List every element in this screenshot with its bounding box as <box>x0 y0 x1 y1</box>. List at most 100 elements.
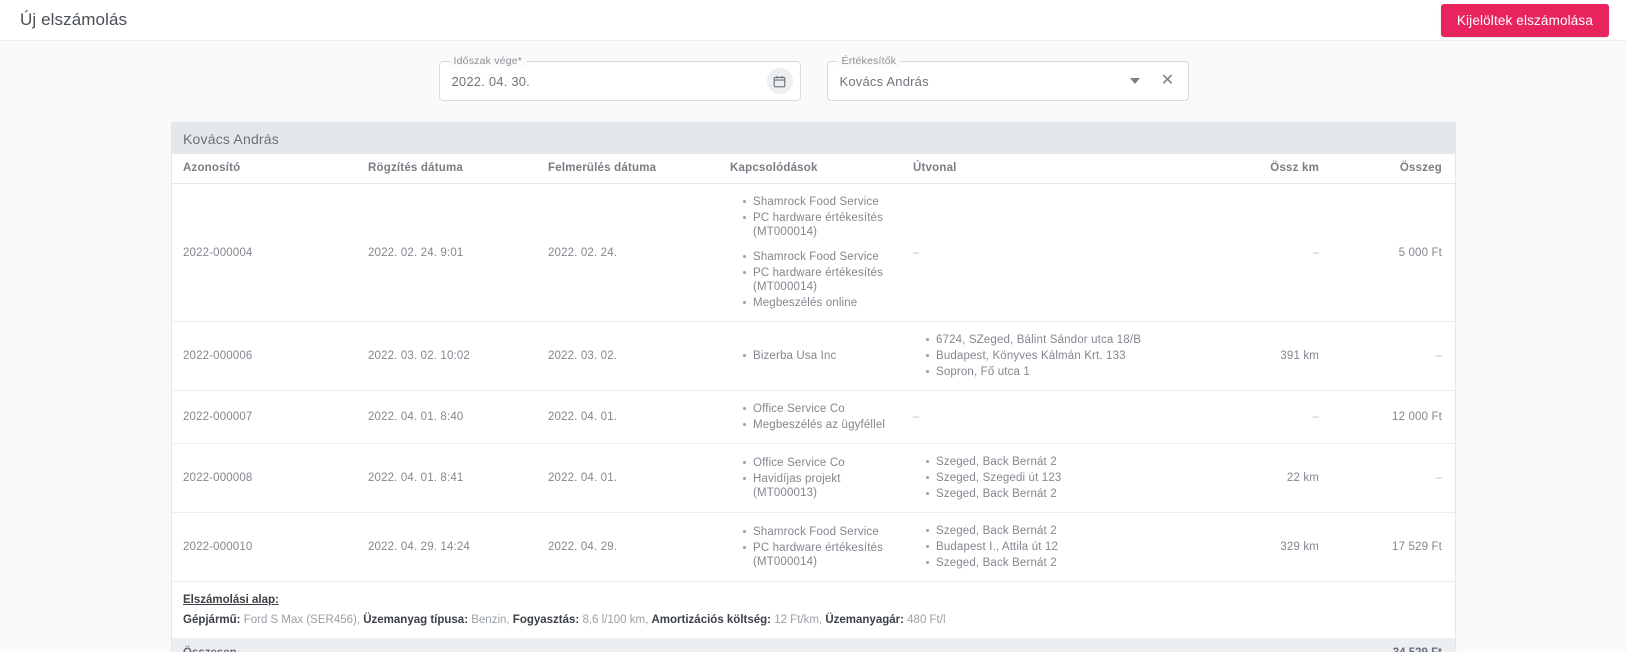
link-item: Megbeszélés online <box>743 296 896 310</box>
table-row[interactable]: 2022-0000072022. 04. 01. 8:402022. 04. 0… <box>172 391 1455 444</box>
cell-rogzites: 2022. 04. 29. 14:24 <box>357 513 537 582</box>
link-item: PC hardware értékesítés (MT000014) <box>743 541 896 569</box>
link-item: Havidíjas projekt (MT000013) <box>743 472 896 500</box>
cell-kapcsolodasok: Shamrock Food Service PC hardware értékes… <box>719 184 902 322</box>
table-body: 2022-0000042022. 02. 24. 9:012022. 02. 2… <box>172 184 1455 582</box>
cell-kapcsolodasok: Office Service Co Havidíjas projekt (MT00… <box>719 444 902 513</box>
page-title: Új elszámolás <box>20 10 127 30</box>
link-item: Office Service Co <box>743 456 896 470</box>
cell-felmerules: 2022. 04. 29. <box>537 513 719 582</box>
cell-utvonal: 6724, SZeged, Bálint Sándor utca 18/BBud… <box>902 322 1192 391</box>
link-group: Office Service CoMegbeszélés az ügyfélle… <box>730 402 896 432</box>
calendar-icon[interactable] <box>767 68 793 94</box>
sales-rep-value[interactable]: Kovács András <box>828 74 1122 89</box>
cell-azonosito: 2022-000004 <box>172 184 357 322</box>
cell-utvonal: Szeged, Back Bernát 2Budapest I., Attila… <box>902 513 1192 582</box>
cell-osszeg: – <box>1332 444 1455 513</box>
cell-ossz-km: 391 km <box>1192 322 1332 391</box>
cell-ossz-km: – <box>1192 184 1332 322</box>
route-list: 6724, SZeged, Bálint Sándor utca 18/BBud… <box>913 333 1186 379</box>
link-item: Shamrock Food Service <box>743 195 896 209</box>
link-item: Shamrock Food Service <box>743 525 896 539</box>
table-row[interactable]: 2022-0000082022. 04. 01. 8:412022. 04. 0… <box>172 444 1455 513</box>
base-info-value: Benzin, <box>468 614 513 626</box>
link-item: PC hardware értékesítés (MT000014) <box>743 211 896 239</box>
cell-azonosito: 2022-000007 <box>172 391 357 444</box>
cell-ossz-km: – <box>1192 391 1332 444</box>
table-row[interactable]: 2022-0000102022. 04. 29. 14:242022. 04. … <box>172 513 1455 582</box>
base-info-label: Amortizációs költség: <box>652 614 772 626</box>
settlement-card: Kovács András Azonosító Rögzítés dátuma … <box>171 122 1456 652</box>
base-info-value: 12 Ft/km, <box>771 614 825 626</box>
total-value: 34 529 Ft <box>1393 647 1442 652</box>
empty-value: – <box>1435 472 1442 484</box>
total-row: Összesen34 529 Ft <box>172 639 1455 652</box>
sales-rep-label: Értékesítők <box>838 55 901 67</box>
route-item: 6724, SZeged, Bálint Sándor utca 18/B <box>926 333 1186 347</box>
cell-osszeg: 17 529 Ft <box>1332 513 1455 582</box>
base-info-label: Üzemanyag típusa: <box>363 614 468 626</box>
chevron-down-icon[interactable] <box>1122 68 1148 94</box>
cell-felmerules: 2022. 03. 02. <box>537 322 719 391</box>
link-item: Megbeszélés az ügyféllel <box>743 418 896 432</box>
link-group: Office Service Co Havidíjas projekt (MT00… <box>730 456 896 500</box>
cell-azonosito: 2022-000008 <box>172 444 357 513</box>
app-root: Új elszámolás Kijelöltek elszámolása Idő… <box>0 0 1627 652</box>
link-group: Shamrock Food Service PC hardware értékes… <box>730 525 896 569</box>
period-end-value[interactable]: 2022. 04. 30. <box>440 74 767 89</box>
settle-selected-button[interactable]: Kijelöltek elszámolása <box>1441 4 1609 37</box>
cell-osszeg: – <box>1332 322 1455 391</box>
cell-azonosito: 2022-000006 <box>172 322 357 391</box>
base-info-value: Ford S Max (SER456), <box>241 614 364 626</box>
col-utvonal: Útvonal <box>902 154 1192 184</box>
base-info-line: Gépjármű: Ford S Max (SER456), Üzemanyag… <box>183 612 1455 629</box>
top-bar: Új elszámolás Kijelöltek elszámolása <box>0 0 1627 41</box>
period-end-field[interactable]: Időszak vége* 2022. 04. 30. <box>439 61 801 101</box>
filter-bar: Időszak vége* 2022. 04. 30. Értékesítők … <box>0 41 1627 101</box>
col-ossz-km: Össz km <box>1192 154 1332 184</box>
base-info-title: Elszámolási alap: <box>183 594 1455 606</box>
table-row[interactable]: 2022-0000062022. 03. 02. 10:022022. 03. … <box>172 322 1455 391</box>
table-header-row: Azonosító Rögzítés dátuma Felmerülés dát… <box>172 154 1455 184</box>
empty-value: – <box>1435 350 1442 362</box>
route-list: Szeged, Back Bernát 2Budapest I., Attila… <box>913 524 1186 570</box>
empty-value: – <box>1312 247 1319 259</box>
route-item: Sopron, Fő utca 1 <box>926 365 1186 379</box>
route-item: Szeged, Back Bernát 2 <box>926 455 1186 469</box>
cell-felmerules: 2022. 04. 01. <box>537 391 719 444</box>
base-info-label: Üzemanyagár: <box>825 614 904 626</box>
settlement-table: Azonosító Rögzítés dátuma Felmerülés dát… <box>172 154 1455 582</box>
route-item: Szeged, Back Bernát 2 <box>926 487 1186 501</box>
col-azonosito: Azonosító <box>172 154 357 184</box>
col-felmerules-datuma: Felmerülés dátuma <box>537 154 719 184</box>
period-end-label: Időszak vége* <box>450 55 527 67</box>
group-title: Kovács András <box>172 123 1455 154</box>
empty-value: – <box>913 411 920 423</box>
col-rogzites-datuma: Rögzítés dátuma <box>357 154 537 184</box>
cell-rogzites: 2022. 04. 01. 8:40 <box>357 391 537 444</box>
cell-utvonal: – <box>902 184 1192 322</box>
cell-felmerules: 2022. 02. 24. <box>537 184 719 322</box>
cell-rogzites: 2022. 03. 02. 10:02 <box>357 322 537 391</box>
link-group: Bizerba Usa Inc <box>730 349 896 363</box>
base-info-label: Fogyasztás: <box>513 614 579 626</box>
col-kapcsolodasok: Kapcsolódások <box>719 154 902 184</box>
cell-utvonal: – <box>902 391 1192 444</box>
totals-section: Összesen34 529 FtÖsszes kilométer a kije… <box>172 639 1455 652</box>
empty-value: – <box>913 247 920 259</box>
cell-kapcsolodasok: Office Service CoMegbeszélés az ügyfélle… <box>719 391 902 444</box>
base-info-value: 8,6 l/100 km, <box>579 614 651 626</box>
cell-osszeg: 12 000 Ft <box>1332 391 1455 444</box>
empty-value: – <box>1312 411 1319 423</box>
link-group: Shamrock Food ServicePC hardware értékes… <box>730 250 896 310</box>
table-row[interactable]: 2022-0000042022. 02. 24. 9:012022. 02. 2… <box>172 184 1455 322</box>
col-osszeg: Összeg <box>1332 154 1455 184</box>
sales-rep-field[interactable]: Értékesítők Kovács András ✕ <box>827 61 1189 101</box>
cell-azonosito: 2022-000010 <box>172 513 357 582</box>
link-item: Shamrock Food Service <box>743 250 896 264</box>
clear-icon[interactable]: ✕ <box>1155 68 1181 94</box>
route-item: Szeged, Back Bernát 2 <box>926 524 1186 538</box>
cell-osszeg: 5 000 Ft <box>1332 184 1455 322</box>
route-item: Szeged, Back Bernát 2 <box>926 556 1186 570</box>
cell-kapcsolodasok: Shamrock Food Service PC hardware értékes… <box>719 513 902 582</box>
